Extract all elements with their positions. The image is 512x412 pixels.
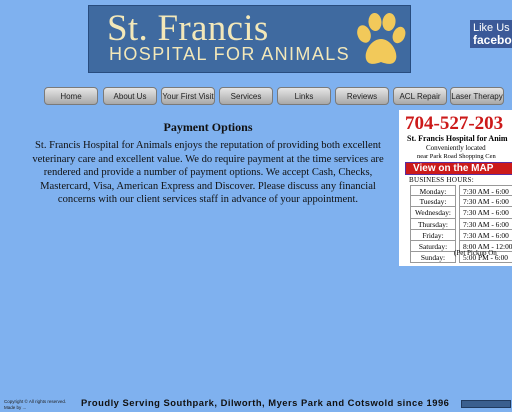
hours-time: 7:30 AM - 6:00 — [459, 185, 512, 197]
hours-day: Saturday: — [410, 240, 456, 253]
hours-day: Tuesday: — [410, 196, 456, 208]
hours-day: Monday: — [410, 185, 456, 197]
hours-title: BUSINESS HOURS: — [409, 176, 474, 184]
hospital-name: St. Francis Hospital for Anim — [407, 134, 508, 143]
hours-time: 7:30 AM - 6:00 — [459, 218, 512, 230]
header-banner[interactable]: St. Francis HOSPITAL FOR ANIMALS — [88, 5, 411, 73]
nav-home[interactable]: Home — [44, 87, 98, 105]
hours-row: Thursday: 7:30 AM - 6:00 — [410, 218, 512, 230]
copyright: Copyright © All rights reserved. Made by… — [4, 399, 66, 411]
hours-row: Tuesday: 7:30 AM - 6:00 — [410, 196, 512, 208]
hours-day: Wednesday: — [410, 207, 456, 219]
facebook-like-button[interactable]: Like Us o faceboo — [470, 20, 512, 48]
made-by-line[interactable]: Made by ... — [4, 405, 66, 411]
paw-print-icon — [357, 13, 406, 64]
nav-reviews[interactable]: Reviews — [335, 87, 389, 105]
contact-card: 704-527-203 St. Francis Hospital for Ani… — [399, 110, 512, 266]
nav-acl-repair[interactable]: ACL Repair — [393, 87, 447, 105]
hours-day: Thursday: — [410, 218, 456, 230]
hours-time: 7:30 AM - 6:00 — [459, 207, 512, 219]
hours-day: Sunday: — [410, 252, 456, 264]
nav-about-us[interactable]: About Us — [103, 87, 157, 105]
nav-laser-therapy[interactable]: Laser Therapy — [450, 87, 504, 105]
nav-first-visit[interactable]: Your First Visit — [161, 87, 215, 105]
payment-text: St. Francis Hospital for Animals enjoys … — [32, 140, 384, 206]
hours-time: 7:30 AM - 6:00 — [459, 229, 512, 241]
hours-row: Wednesday: 7:30 AM - 6:00 — [410, 207, 512, 219]
view-map-button[interactable]: View on the MAP — [405, 162, 512, 175]
hours-row: Monday: 7:30 AM - 6:00 — [410, 185, 512, 197]
site-subtitle: HOSPITAL FOR ANIMALS — [109, 44, 351, 64]
main-nav: Home About Us Your First Visit Services … — [44, 87, 512, 107]
facebook-label-bottom: faceboo — [473, 33, 512, 47]
location-detail: near Park Road Shopping Cen — [417, 153, 496, 160]
nav-services[interactable]: Services — [219, 87, 273, 105]
main-content: Payment Options St. Francis Hospital for… — [22, 120, 394, 207]
hours-day: Friday: — [410, 229, 456, 241]
location-line: Conveniently located — [426, 144, 486, 152]
service-area-text: Proudly Serving Southpark, Dilworth, Mye… — [81, 397, 450, 408]
pickup-note: (Pet Pickup On — [454, 249, 497, 257]
hours-row: Friday: 7:30 AM - 6:00 — [410, 229, 512, 241]
phone-number[interactable]: 704-527-203 — [405, 113, 503, 135]
hours-time: 7:30 AM - 6:00 — [459, 196, 512, 208]
nav-links[interactable]: Links — [277, 87, 331, 105]
footer-badge[interactable] — [461, 400, 511, 408]
page-title: Payment Options — [163, 120, 253, 134]
